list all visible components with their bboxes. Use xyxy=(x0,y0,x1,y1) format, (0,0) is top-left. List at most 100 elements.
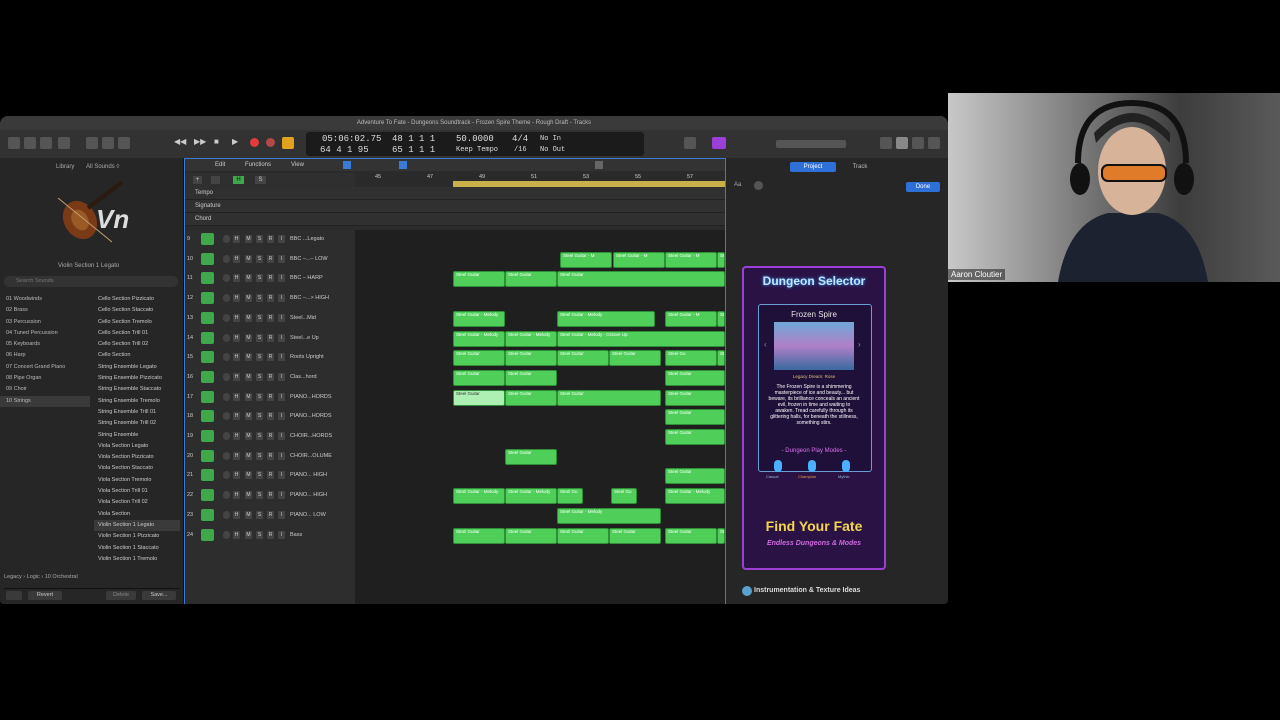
solo-button[interactable]: S xyxy=(256,333,263,342)
toolbar-icon[interactable] xyxy=(40,137,52,149)
library-category[interactable]: 10 Strings xyxy=(0,395,90,407)
input-monitor-button[interactable]: I xyxy=(278,432,285,440)
audio-region[interactable]: Steel Guitar xyxy=(665,369,725,386)
power-icon[interactable] xyxy=(223,451,230,460)
input-monitor-button[interactable]: I xyxy=(278,313,285,322)
hide-button[interactable]: H xyxy=(233,451,240,460)
library-category[interactable]: 08 Pipe Organ xyxy=(0,373,90,384)
hide-tracks-button[interactable]: H xyxy=(233,176,244,184)
power-icon[interactable] xyxy=(223,294,230,303)
fast-forward-icon[interactable]: ▶▶ xyxy=(194,137,206,149)
action-menu-icon[interactable] xyxy=(6,591,22,600)
track-name[interactable]: PIANO... HIGH xyxy=(290,472,350,478)
library-patch[interactable]: Cello Section Tremolo xyxy=(94,317,180,328)
library-patch[interactable]: String Ensemble Tremolo xyxy=(94,396,180,407)
audio-region[interactable]: Steel Guitar xyxy=(665,389,725,406)
library-category[interactable]: 03 Percussion xyxy=(0,317,90,328)
mute-button[interactable]: M xyxy=(245,432,252,440)
audio-region[interactable]: Steel Guitar xyxy=(453,271,505,288)
audio-region[interactable]: Steel Guitar xyxy=(609,350,661,367)
audio-region[interactable]: Steel Guitar - Melody xyxy=(453,488,505,505)
track-name[interactable]: PIANO...HORDS xyxy=(290,413,350,419)
pointer-tool-icon[interactable] xyxy=(399,161,407,169)
tab-project[interactable]: Project xyxy=(790,162,836,172)
edit-menu[interactable]: Edit xyxy=(215,162,225,168)
track-header[interactable]: 18 H M S R I PIANO...HORDS xyxy=(185,407,355,426)
record-enable-button[interactable]: R xyxy=(267,451,274,460)
track-header[interactable]: 19 H M S R I CHOIR...HORDS xyxy=(185,427,355,446)
audio-region[interactable]: Steel Guitar - Melody xyxy=(453,310,505,327)
library-patch[interactable]: Violin Section 1 Tremolo xyxy=(94,554,180,565)
solo-button[interactable]: S xyxy=(256,274,263,283)
power-icon[interactable] xyxy=(223,313,230,322)
track-header[interactable]: 10 H M S R I BBC –...– LOW xyxy=(185,250,355,269)
audio-region[interactable]: Steel Guitar xyxy=(717,350,725,367)
audio-region[interactable]: Steel Guitar - Melody xyxy=(557,507,661,524)
power-icon[interactable] xyxy=(223,333,230,342)
hide-button[interactable]: H xyxy=(233,372,240,381)
library-category[interactable]: 05 Keyboards xyxy=(0,339,90,350)
editor-icon[interactable] xyxy=(928,137,940,149)
global-track-signature[interactable]: Signature xyxy=(185,200,725,213)
solo-button[interactable]: S xyxy=(256,530,263,539)
audio-region[interactable]: Steel Guitar - M xyxy=(665,251,717,268)
audio-region[interactable]: Steel Guitar xyxy=(557,527,609,544)
solo-button[interactable]: S xyxy=(256,451,263,460)
editors-icon[interactable] xyxy=(102,137,114,149)
mute-button[interactable]: M xyxy=(245,313,252,322)
track-header[interactable]: 13 H M S R I Steel...Mid xyxy=(185,309,355,328)
library-category[interactable]: 07 Concert Grand Piano xyxy=(0,362,90,373)
audio-region[interactable]: Steel Guitar xyxy=(665,409,725,426)
library-icon[interactable] xyxy=(8,137,20,149)
solo-button[interactable]: S xyxy=(256,254,263,263)
audio-region[interactable]: Steel Guitar - Melody - Octave Up xyxy=(557,330,725,347)
audio-region[interactable]: Steel Guitar xyxy=(453,527,505,544)
mixer-icon[interactable] xyxy=(86,137,98,149)
revert-button[interactable]: Revert xyxy=(28,591,62,600)
power-icon[interactable] xyxy=(223,392,230,401)
mute-button[interactable]: M xyxy=(245,451,252,460)
audio-region[interactable]: Steel Guitar xyxy=(453,350,505,367)
library-patch[interactable]: Viola Section Legato xyxy=(94,441,180,452)
track-header[interactable]: 15 H M S R I Roots Upright xyxy=(185,348,355,367)
audio-region[interactable]: Steel Guitar xyxy=(557,271,725,288)
audio-region[interactable]: Steel Guitar xyxy=(505,389,557,406)
grid-view-icon[interactable] xyxy=(343,161,351,169)
library-search-input[interactable]: Search Sounds xyxy=(4,276,178,287)
library-patch[interactable]: Cello Section Trill 02 xyxy=(94,339,180,350)
input-monitor-button[interactable]: I xyxy=(278,353,285,362)
track-header[interactable]: 21 H M S R I PIANO... HIGH xyxy=(185,466,355,485)
hide-button[interactable]: H xyxy=(233,491,240,500)
track-header[interactable]: 9 H M S R I BBC ...Legato xyxy=(185,230,355,249)
library-patch[interactable]: Cello Section Pizzicato xyxy=(94,294,180,305)
solo-button[interactable]: S xyxy=(256,353,263,362)
hide-button[interactable]: H xyxy=(233,313,240,322)
audio-region[interactable]: Steel Guitar xyxy=(505,350,557,367)
input-monitor-button[interactable]: I xyxy=(278,392,285,401)
audio-region[interactable]: Steel Guitar xyxy=(505,448,557,465)
library-patch[interactable]: String Ensemble Legato xyxy=(94,362,180,373)
play-icon[interactable]: ▶ xyxy=(232,137,244,149)
power-icon[interactable] xyxy=(223,235,230,243)
power-icon[interactable] xyxy=(223,274,230,283)
track-name[interactable]: PIANO... LOW xyxy=(290,512,350,518)
library-patch[interactable]: Cello Section xyxy=(94,350,180,361)
record-enable-button[interactable]: R xyxy=(267,254,274,263)
functions-menu[interactable]: Functions xyxy=(245,162,271,168)
library-scope[interactable]: All Sounds ◊ xyxy=(86,164,119,170)
track-name[interactable]: Steel...Mid xyxy=(290,315,350,321)
font-button[interactable]: Aa xyxy=(734,182,741,188)
mute-button[interactable]: M xyxy=(245,294,252,303)
track-header[interactable]: 17 H M S R I PIANO...HORDS xyxy=(185,388,355,407)
record-enable-button[interactable]: R xyxy=(267,313,274,322)
hide-button[interactable]: H xyxy=(233,353,240,362)
power-icon[interactable] xyxy=(223,432,230,440)
track-header[interactable]: 14 H M S R I Steel...e Up xyxy=(185,329,355,348)
ruler[interactable]: 45 47 49 51 53 55 57 xyxy=(355,173,725,187)
attachment-icon[interactable] xyxy=(754,181,763,190)
library-patch[interactable]: Violin Section 1 Staccato xyxy=(94,543,180,554)
library-patch[interactable]: Violin Section 1 Legato xyxy=(94,519,180,532)
hide-button[interactable]: H xyxy=(233,530,240,539)
hide-button[interactable]: H xyxy=(233,510,240,519)
power-icon[interactable] xyxy=(223,471,230,480)
